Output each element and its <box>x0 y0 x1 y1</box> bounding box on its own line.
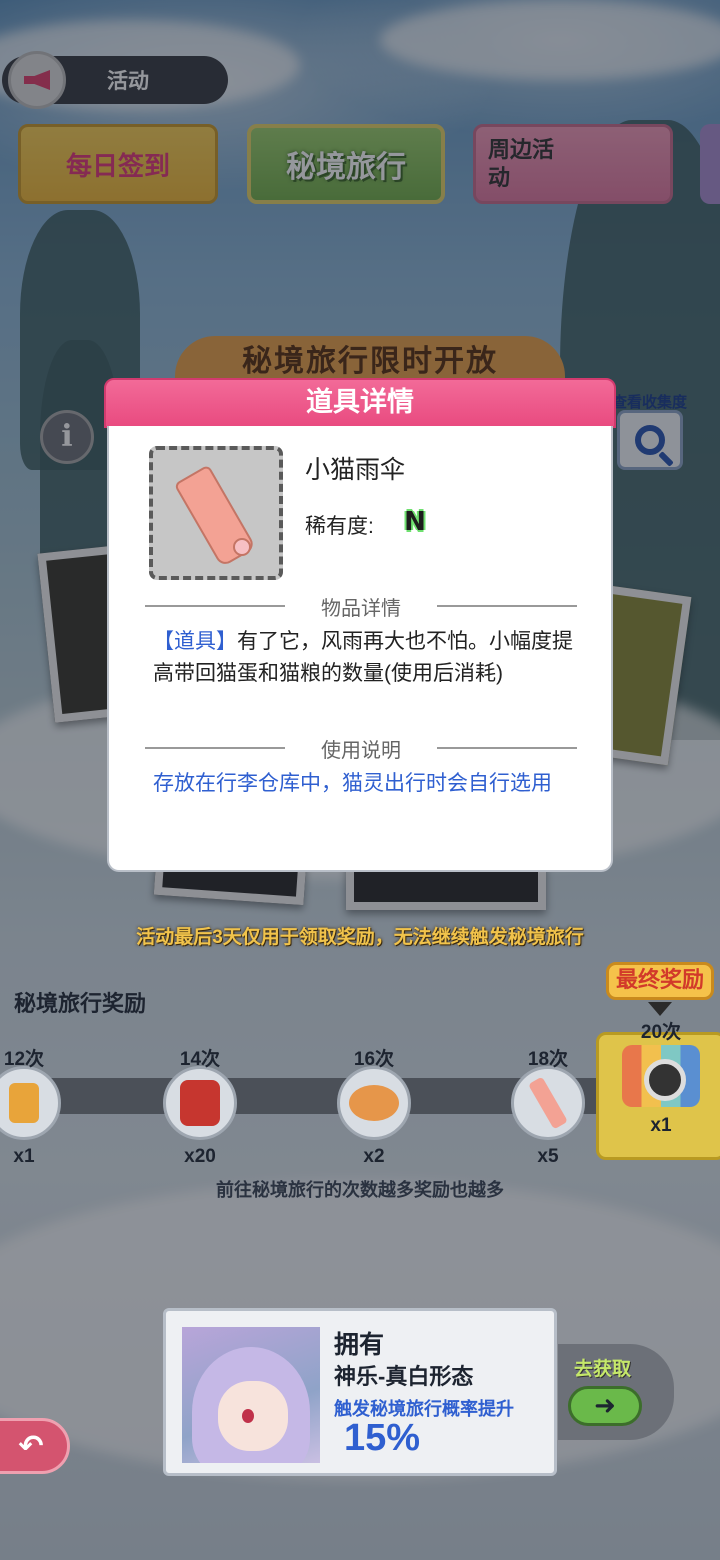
character-name: 神乐-真白形态 <box>334 1364 474 1389</box>
acquire-button[interactable]: ➜ <box>568 1386 642 1426</box>
detail-section-title: 物品详情 <box>145 592 577 620</box>
popup-body: 小猫雨伞 稀有度: N 物品详情 【道具】有了它，风雨再大也不怕。小幅度提高带回… <box>107 426 613 872</box>
milestone-count: 14次 <box>179 1049 221 1070</box>
back-arrow-icon: ↶ <box>18 1428 44 1464</box>
usage-section-title: 使用说明 <box>145 734 577 762</box>
rarity-label: 稀有度: <box>305 515 374 538</box>
milestone-count: 12次 <box>3 1049 45 1070</box>
bonus-card: 拥有 神乐-真白形态 触发秘境旅行概率提升 15% <box>163 1308 557 1476</box>
milestone-qty: x20 <box>184 1146 216 1167</box>
boost-value: 15% <box>344 1417 421 1459</box>
right-arrow-icon: ➜ <box>594 1391 616 1421</box>
camera-reward-icon <box>622 1045 700 1107</box>
item-image-frame <box>149 446 283 580</box>
milestone-qty: x2 <box>363 1146 385 1167</box>
milestone-14[interactable]: 14次 x20 <box>160 1044 240 1168</box>
final-count: 20次 <box>640 1022 682 1043</box>
milestone-16[interactable]: 16次 x2 <box>334 1044 414 1168</box>
milestone-count: 16次 <box>353 1049 395 1070</box>
own-label: 拥有 <box>334 1331 385 1359</box>
milestone-qty: x5 <box>537 1146 559 1167</box>
rewards-title: 秘境旅行奖励 <box>14 991 147 1016</box>
item-detail-popup[interactable]: 道具详情 小猫雨伞 稀有度: N 物品详情 【道具】有了它，风雨再大也不怕。小幅… <box>104 378 616 874</box>
item-name: 小猫雨伞 <box>305 456 406 484</box>
milestone-qty: x1 <box>13 1146 35 1167</box>
umbrella-handle <box>233 538 251 556</box>
milestone-12[interactable]: 12次 x1 <box>0 1044 64 1168</box>
item-description: 【道具】有了它，风雨再大也不怕。小幅度提高带回猫蛋和猫粮的数量(使用后消耗) <box>153 626 573 690</box>
milestone-count: 18次 <box>527 1049 569 1070</box>
cat-food-reward-icon <box>163 1066 237 1140</box>
final-reward-box[interactable]: 20次 x1 <box>596 1022 720 1160</box>
final-reward-badge: 最终奖励 <box>606 962 714 1000</box>
usage-text: 存放在行李仓库中，猫灵出行时会自行选用 <box>153 772 552 795</box>
umbrella-reward-icon <box>511 1066 585 1140</box>
rarity-badge: N <box>404 507 426 537</box>
final-qty: x1 <box>650 1115 672 1136</box>
popup-title: 道具详情 <box>104 378 616 428</box>
cat-egg-reward-icon <box>337 1066 411 1140</box>
item-type-tag: 【道具】 <box>153 630 237 653</box>
final-reward-pointer <box>648 1002 672 1016</box>
acquire-label: 去获取 <box>574 1359 632 1380</box>
event-notice: 活动最后3天仅用于领取奖励，无法继续触发秘境旅行 <box>136 927 584 948</box>
milestone-18[interactable]: 18次 x5 <box>508 1044 588 1168</box>
character-portrait <box>182 1327 320 1463</box>
rewards-hint: 前往秘境旅行的次数越多奖励也越多 <box>216 1180 504 1200</box>
back-button[interactable]: ↶ <box>0 1418 70 1474</box>
plant-reward-icon <box>0 1066 61 1140</box>
